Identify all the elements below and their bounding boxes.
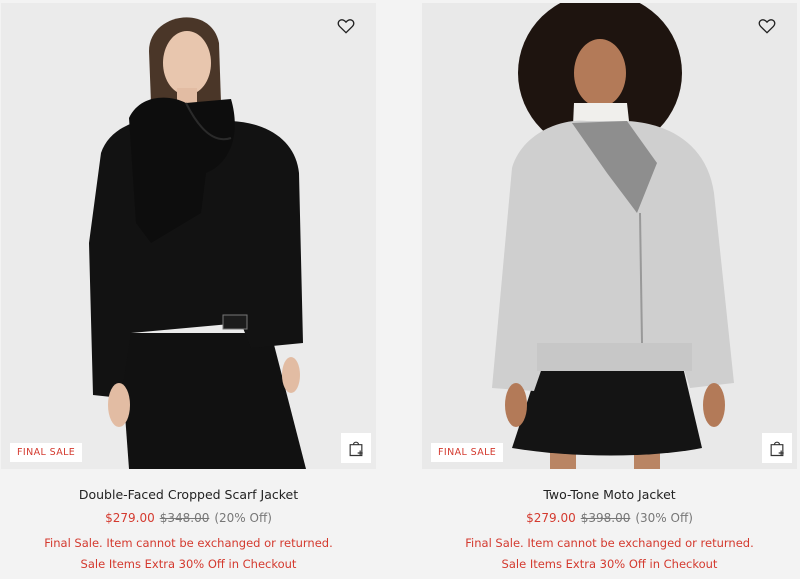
product-grid: FINAL SALE Double-Faced Cropped Scarf Ja… [0, 0, 800, 579]
final-sale-note: Final Sale. Item cannot be exchanged or … [44, 536, 333, 550]
quick-add-bag-icon[interactable] [341, 433, 371, 463]
discount-percent: (30% Off) [635, 511, 693, 525]
original-price: $348.00 [159, 511, 210, 525]
product-name[interactable]: Double-Faced Cropped Scarf Jacket [1, 487, 376, 503]
price-row: $279.00 $348.00 (20% Off) [1, 509, 376, 527]
product-image[interactable]: FINAL SALE [1, 3, 376, 469]
product-image[interactable]: FINAL SALE [422, 3, 797, 469]
promo-note: Sale Items Extra 30% Off in Checkout [80, 557, 297, 571]
product-card: FINAL SALE Double-Faced Cropped Scarf Ja… [1, 0, 376, 579]
quick-add-bag-icon[interactable] [762, 433, 792, 463]
favorite-heart-icon[interactable] [757, 16, 777, 36]
discount-percent: (20% Off) [214, 511, 272, 525]
model-black-jacket-illustration [1, 3, 376, 469]
final-sale-badge: FINAL SALE [431, 443, 504, 462]
product-info: Double-Faced Cropped Scarf Jacket $279.0… [1, 470, 376, 572]
favorite-heart-icon[interactable] [336, 16, 356, 36]
promo-note: Sale Items Extra 30% Off in Checkout [501, 557, 718, 571]
model-gray-moto-jacket-illustration [422, 3, 797, 469]
product-info: Two-Tone Moto Jacket $279.00 $398.00 (30% … [422, 470, 797, 572]
original-price: $398.00 [580, 511, 631, 525]
final-sale-badge: FINAL SALE [10, 443, 83, 462]
product-name[interactable]: Two-Tone Moto Jacket [422, 487, 797, 503]
final-sale-note: Final Sale. Item cannot be exchanged or … [465, 536, 754, 550]
price-row: $279.00 $398.00 (30% Off) [422, 509, 797, 527]
product-card: FINAL SALE Two-Tone Moto Jacket $279.00 $… [422, 0, 797, 579]
sale-price: $279.00 [105, 511, 155, 525]
sale-price: $279.00 [526, 511, 576, 525]
